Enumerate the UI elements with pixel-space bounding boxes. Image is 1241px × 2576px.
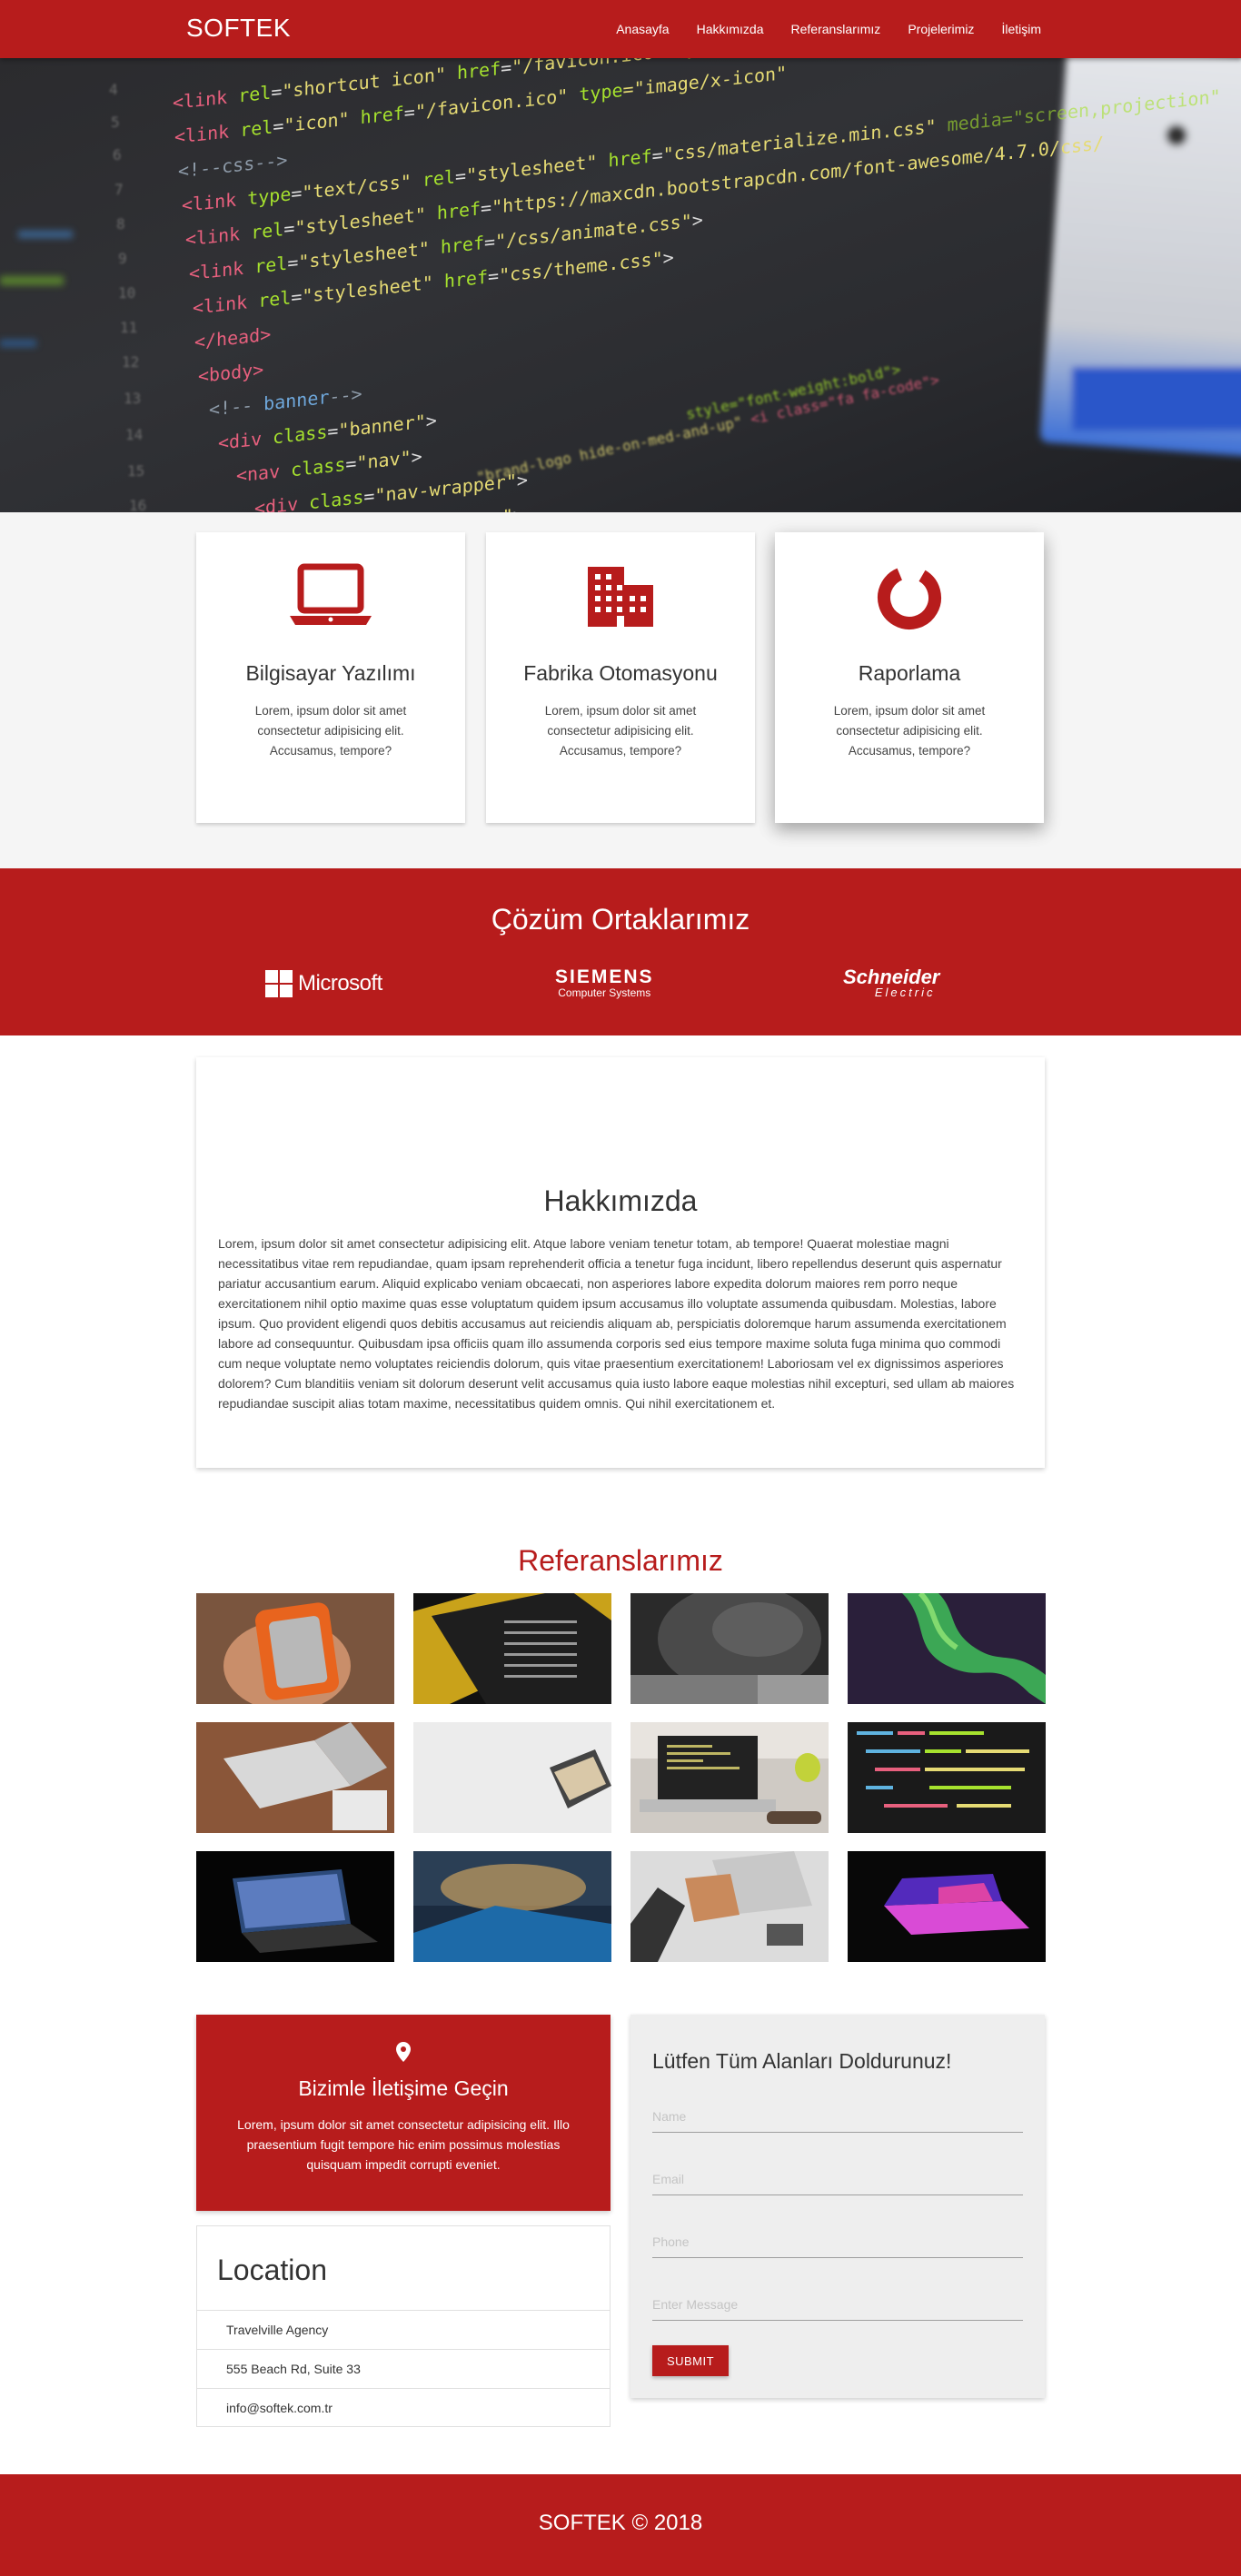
hero-code-image: 456 789 101112 13141516 <link rel="short… [0, 58, 1241, 512]
factory-icon [486, 563, 755, 629]
service-card-reporting[interactable]: Raporlama Lorem, ipsum dolor sit amet co… [775, 532, 1044, 823]
svg-text:5: 5 [111, 114, 120, 131]
svg-text:4: 4 [109, 81, 118, 98]
reference-image-laptop-code[interactable] [630, 1722, 829, 1833]
references-title: Referanslarımız [518, 1544, 723, 1577]
nav-link-about[interactable]: Hakkımızda [697, 22, 764, 36]
reference-image-hoodie[interactable] [630, 1593, 829, 1704]
name-field[interactable] [652, 2100, 1023, 2133]
location-row: 555 Beach Rd, Suite 33 [197, 2349, 610, 2388]
phone-field[interactable] [652, 2225, 1023, 2258]
navbar: SOFTEK Anasayfa Hakkımızda Referanslarım… [0, 0, 1241, 58]
map-marker-icon [396, 2042, 411, 2066]
svg-text:8: 8 [116, 215, 125, 233]
svg-text:<nav class="nav">: <nav class="nav"> [236, 445, 422, 486]
service-title: Fabrika Otomasyonu [523, 661, 718, 685]
about-text: Lorem, ipsum dolor sit amet consectetur … [218, 1236, 1015, 1411]
partner-subname: Computer Systems [558, 986, 651, 999]
reference-image-glowing-laptop[interactable] [196, 1851, 394, 1962]
partner-logo-siemens[interactable]: SIEMENS Computer Systems [555, 966, 654, 999]
svg-text:"brand-logo hide-on-med-and-up: "brand-logo hide-on-med-and-up" <i class… [475, 371, 941, 486]
service-text: Lorem, ipsum dolor sit amet consectetur … [544, 704, 697, 758]
partners-title: Çözüm Ortaklarımız [491, 903, 750, 936]
reference-image-blurred-landscape[interactable] [413, 1851, 611, 1962]
svg-text:15: 15 [127, 462, 144, 480]
contact-title: Bizimle İletişime Geçin [298, 2076, 509, 2100]
partner-logo-schneider[interactable]: Schneider Electric [843, 966, 940, 999]
reference-image-hard-drive[interactable] [196, 1593, 394, 1704]
service-text: Lorem, ipsum dolor sit amet consectetur … [833, 704, 986, 758]
footer: SOFTEK © 2018 [0, 2474, 1241, 2576]
location-row: info@softek.com.tr [197, 2388, 610, 2427]
contact-form: Lütfen Tüm Alanları Doldurunuz! Submit [630, 2015, 1045, 2398]
reference-image-dark-code[interactable] [848, 1722, 1046, 1833]
contact-text: Lorem, ipsum dolor sit amet consectetur … [237, 2117, 570, 2172]
partner-name: Schneider [843, 966, 940, 988]
hero-banner: 456 789 10 11 12 13 14 15 16 <link rel="short… [0, 58, 1241, 512]
nav-link-contact[interactable]: İletişim [1001, 22, 1041, 36]
about-title: Hakkımızda [543, 1184, 698, 1217]
reference-image-wood-desk[interactable] [196, 1722, 394, 1833]
brand-logo[interactable]: SOFTEK [186, 14, 291, 43]
partner-logo-microsoft[interactable]: Microsoft [265, 970, 382, 997]
nav-link-projects[interactable]: Projelerimiz [908, 22, 974, 36]
location-card: Location Travelville Agency 555 Beach Rd… [196, 2225, 611, 2427]
svg-text:16: 16 [129, 497, 146, 512]
reference-image-aurora[interactable] [848, 1593, 1046, 1704]
svg-text:9: 9 [118, 250, 127, 267]
contact-info-card: Bizimle İletişime Geçin Lorem, ipsum dol… [196, 2015, 611, 2211]
svg-text:<!-- banner-->: <!-- banner--> [209, 382, 362, 421]
form-title: Lütfen Tüm Alanları Doldurunuz! [652, 2049, 952, 2073]
nav-link-references[interactable]: Referanslarımız [791, 22, 881, 36]
svg-text:</head>: </head> [194, 323, 271, 353]
reference-image-neon-laptop[interactable] [848, 1851, 1046, 1962]
service-card-factory[interactable]: Fabrika Otomasyonu Lorem, ipsum dolor si… [486, 532, 755, 823]
svg-text:12: 12 [122, 353, 139, 371]
partners-section: Çözüm Ortaklarımız Microsoft SIEMENS Com… [0, 868, 1241, 1035]
svg-text:6: 6 [113, 146, 122, 163]
partner-name: SIEMENS [555, 966, 654, 987]
location-row: Travelville Agency [197, 2310, 610, 2349]
service-title: Raporlama [858, 661, 961, 685]
svg-text:14: 14 [125, 426, 143, 443]
footer-text: SOFTEK © 2018 [538, 2511, 703, 2535]
nav-menu: Anasayfa Hakkımızda Referanslarımız Proj… [589, 0, 1041, 58]
partner-subname: Electric [874, 986, 936, 999]
services-section: Bilgisayar Yazılımı Lorem, ipsum dolor s… [0, 512, 1241, 868]
svg-text:7: 7 [114, 181, 124, 198]
svg-text:<!--css-->: <!--css--> [178, 149, 287, 183]
nav-link-home[interactable]: Anasayfa [616, 22, 669, 36]
email-field[interactable] [652, 2163, 1023, 2195]
submit-button[interactable]: Submit [652, 2345, 729, 2376]
svg-text:<body>: <body> [198, 359, 263, 388]
message-field[interactable] [652, 2288, 1023, 2321]
service-title: Bilgisayar Yazılımı [245, 661, 416, 685]
laptop-icon [196, 563, 465, 629]
svg-text:13: 13 [124, 390, 141, 407]
service-text: Lorem, ipsum dolor sit amet consectetur … [254, 704, 407, 758]
service-card-software[interactable]: Bilgisayar Yazılımı Lorem, ipsum dolor s… [196, 532, 465, 823]
svg-text:11: 11 [120, 319, 137, 336]
donut-chart-icon [775, 563, 1044, 629]
reference-image-white-table[interactable] [413, 1722, 611, 1833]
about-card: Hakkımızda Lorem, ipsum dolor sit amet c… [196, 1057, 1045, 1468]
partner-name: Microsoft [298, 971, 382, 996]
svg-text:10: 10 [118, 284, 135, 302]
reference-image-desk-top-view[interactable] [630, 1851, 829, 1962]
location-title: Location [217, 2254, 327, 2286]
reference-image-spreadsheet[interactable] [413, 1593, 611, 1704]
windows-icon [265, 970, 293, 997]
